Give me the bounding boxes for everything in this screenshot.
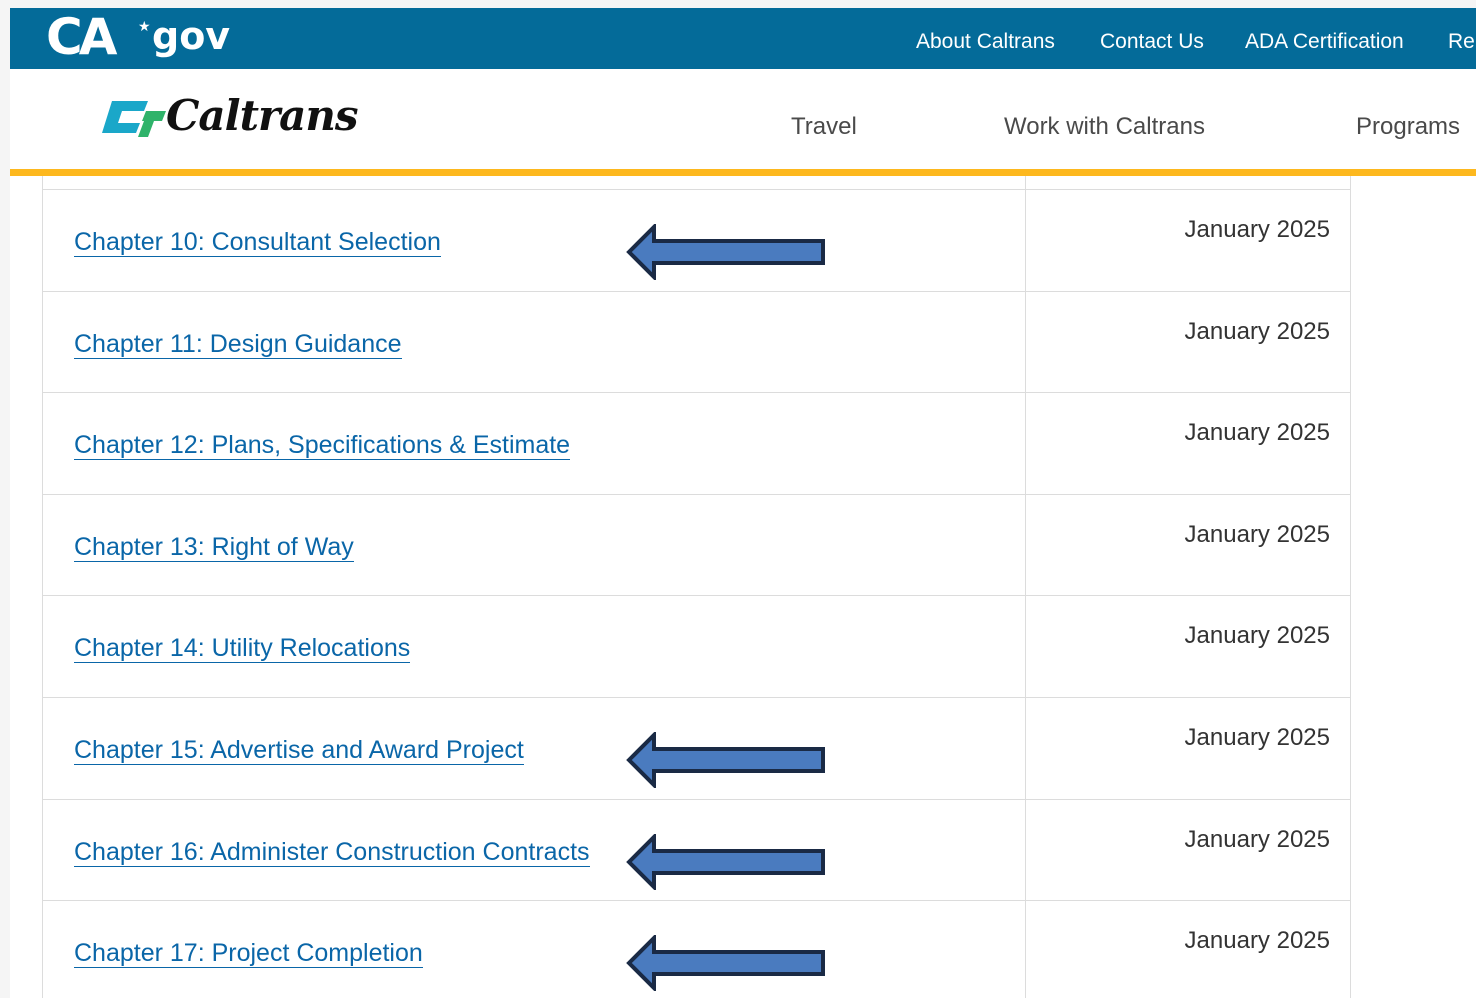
- table-row: Chapter 13: Right of Way January 2025: [43, 494, 1350, 596]
- util-nav-ada[interactable]: ADA Certification: [1245, 30, 1404, 54]
- table-row: Chapter 10: Consultant Selection January …: [43, 189, 1350, 291]
- chapter-table: Chapter 10: Consultant Selection January …: [42, 176, 1351, 998]
- main-nav-work[interactable]: Work with Caltrans: [1004, 113, 1205, 141]
- table-row: Chapter 15: Advertise and Award Project J…: [43, 697, 1350, 799]
- table-row: Chapter 11: Design Guidance January 2025: [43, 291, 1350, 393]
- chapter-date: January 2025: [1184, 419, 1330, 446]
- chapter-link[interactable]: Chapter 15: Advertise and Award Project: [74, 736, 524, 765]
- table-row: Chapter 12: Plans, Specifications & Esti…: [43, 392, 1350, 494]
- cagov-logo-gov: gov: [152, 14, 231, 58]
- star-icon: ★: [138, 18, 151, 34]
- chapter-link[interactable]: Chapter 10: Consultant Selection: [74, 228, 441, 257]
- chapter-link[interactable]: Chapter 14: Utility Relocations: [74, 634, 411, 663]
- left-arrow-icon: [626, 732, 825, 788]
- chapter-date: January 2025: [1184, 622, 1330, 649]
- site-header: Caltrans Travel Work with Caltrans Progr…: [10, 69, 1476, 172]
- left-arrow-icon: [626, 935, 825, 991]
- header-divider: [10, 169, 1476, 176]
- chapter-date: January 2025: [1184, 318, 1330, 345]
- chapter-link[interactable]: Chapter 11: Design Guidance: [74, 330, 402, 359]
- left-arrow-icon: [626, 834, 825, 890]
- chapter-table-area: Chapter 10: Consultant Selection January …: [10, 176, 1476, 998]
- table-row: Chapter 14: Utility Relocations January 2…: [43, 595, 1350, 697]
- main-nav-travel[interactable]: Travel: [791, 113, 857, 141]
- main-nav-programs[interactable]: Programs: [1356, 113, 1460, 141]
- util-nav-more[interactable]: Re: [1448, 30, 1475, 54]
- chapter-link[interactable]: Chapter 12: Plans, Specifications & Esti…: [74, 431, 571, 460]
- cagov-utility-bar: CA ★ gov About Caltrans Contact Us ADA C…: [10, 8, 1476, 69]
- chapter-link[interactable]: Chapter 16: Administer Construction Cont…: [74, 838, 590, 867]
- table-row: Chapter 17: Project Completion January 20…: [43, 900, 1350, 998]
- chapter-date: January 2025: [1184, 216, 1330, 243]
- chapter-date: January 2025: [1184, 521, 1330, 548]
- ct-logo-icon: [102, 101, 166, 137]
- table-row: Chapter 16: Administer Construction Cont…: [43, 799, 1350, 901]
- caltrans-logo-text: Caltrans: [166, 91, 359, 140]
- util-nav-contact[interactable]: Contact Us: [1100, 30, 1204, 54]
- chapter-date: January 2025: [1184, 724, 1330, 751]
- util-nav-about[interactable]: About Caltrans: [916, 30, 1055, 54]
- chapter-link[interactable]: Chapter 17: Project Completion: [74, 939, 423, 968]
- cagov-logo-ca: CA: [46, 8, 117, 66]
- chapter-link[interactable]: Chapter 13: Right of Way: [74, 533, 354, 562]
- caltrans-logo[interactable]: Caltrans: [102, 91, 372, 141]
- chapter-date: January 2025: [1184, 826, 1330, 853]
- left-arrow-icon: [626, 224, 825, 280]
- chapter-date: January 2025: [1184, 927, 1330, 954]
